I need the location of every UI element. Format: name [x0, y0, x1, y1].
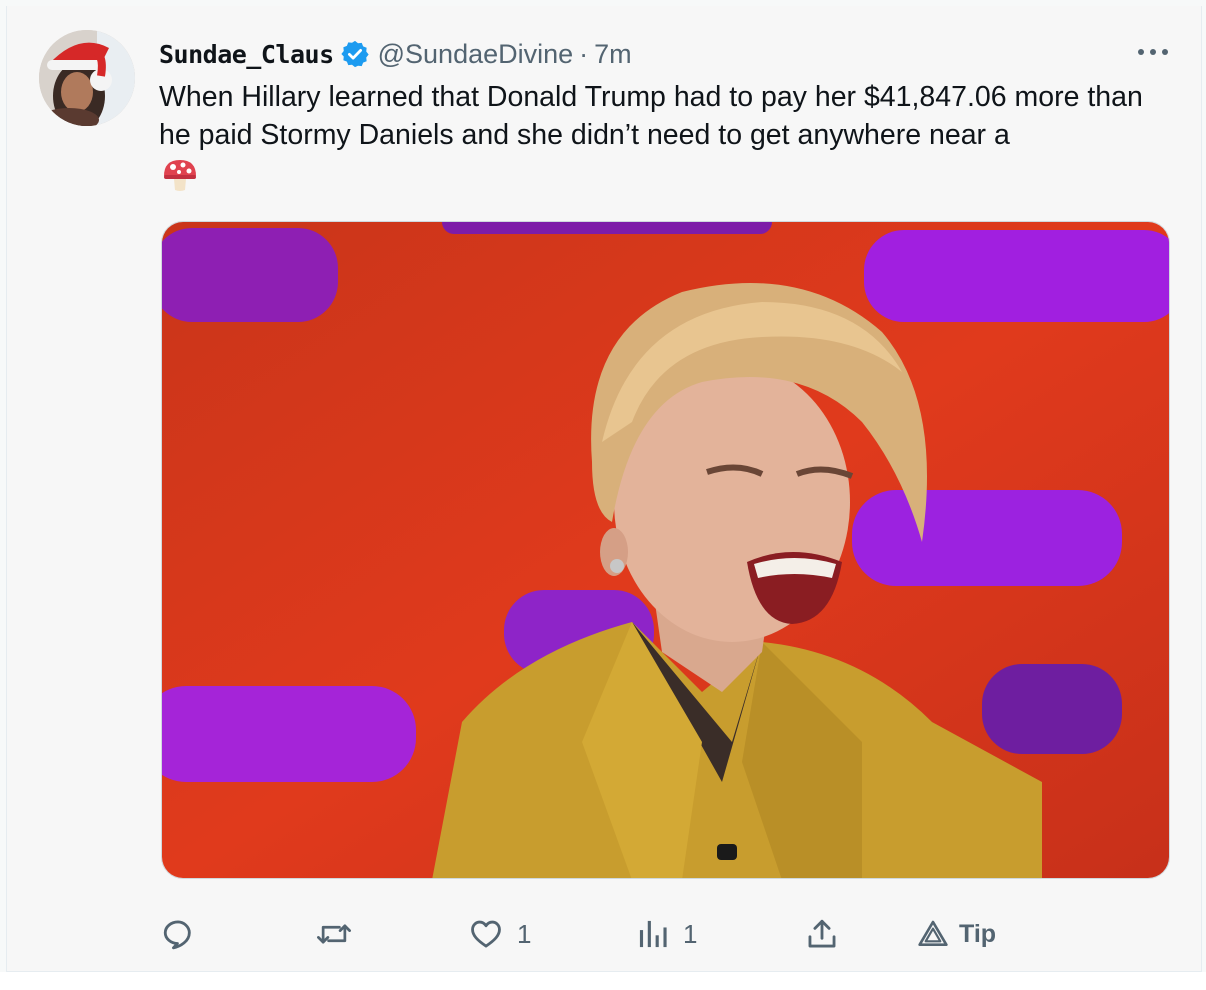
heart-icon — [469, 917, 503, 951]
share-icon — [805, 917, 839, 951]
tweet-media-image[interactable] — [161, 221, 1170, 879]
tweet-timestamp[interactable]: 7m — [594, 39, 632, 70]
retweet-icon — [315, 917, 353, 951]
tip-button[interactable]: Tip — [917, 914, 996, 954]
tweet-header: Sundae_Claus @SundaeDivine · 7m — [159, 36, 632, 72]
avatar-image — [39, 30, 135, 126]
header-separator: · — [579, 38, 589, 69]
user-handle[interactable]: @SundaeDivine — [378, 39, 574, 70]
like-button[interactable]: 1 — [469, 914, 531, 954]
analytics-button[interactable]: 1 — [637, 914, 697, 954]
more-options-icon[interactable] — [1133, 42, 1173, 62]
reply-button[interactable] — [161, 914, 195, 954]
retweet-button[interactable] — [315, 914, 353, 954]
tip-label: Tip — [959, 919, 997, 948]
like-count: 1 — [517, 918, 532, 949]
tweet-card[interactable]: Sundae_Claus @SundaeDivine · 7m When Hil… — [6, 6, 1202, 972]
views-count: 1 — [683, 918, 698, 949]
tip-icon — [917, 918, 949, 950]
reply-icon — [161, 917, 195, 951]
tweet-text: When Hillary learned that Donald Trump h… — [159, 81, 1143, 151]
analytics-icon — [637, 917, 669, 951]
media-picture — [162, 222, 1169, 878]
page-bottom-strip — [0, 972, 1206, 990]
display-name[interactable]: Sundae_Claus — [159, 40, 334, 69]
mushroom-emoji — [161, 156, 199, 194]
share-button[interactable] — [805, 914, 839, 954]
tweet-actions: 1 1 Tip — [7, 906, 1203, 966]
verified-badge-icon — [340, 39, 370, 69]
avatar[interactable] — [39, 30, 135, 126]
